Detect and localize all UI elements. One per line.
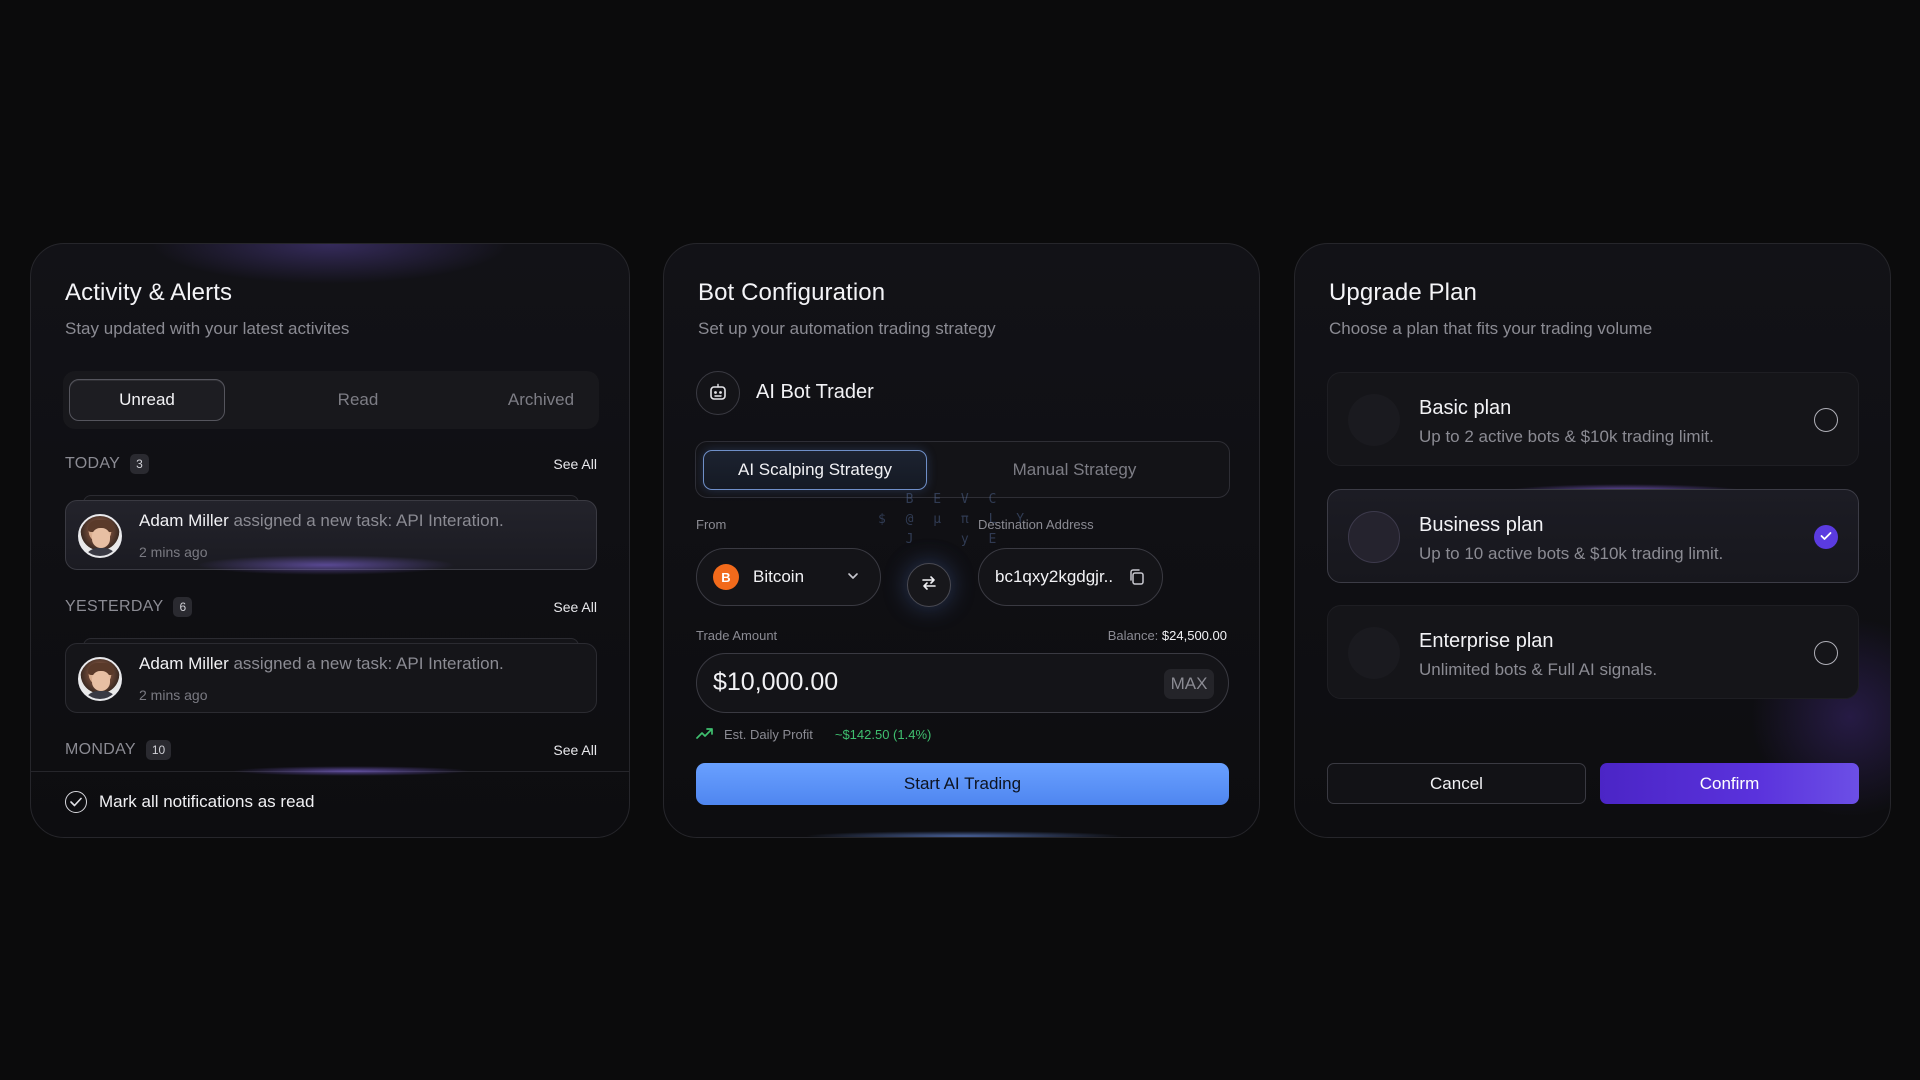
radio-button[interactable]: [1814, 408, 1838, 432]
group-label: TODAY: [65, 455, 121, 472]
confirm-button[interactable]: Confirm: [1600, 763, 1859, 804]
balance-value: $24,500.00: [1161, 628, 1227, 643]
notification-author: Adam Miller: [139, 511, 229, 530]
destination-address-value: bc1qxy2kgdgjr..: [995, 567, 1114, 586]
bot-name: AI Bot Trader: [756, 381, 874, 403]
balance-display: Balance: $24,500.00: [1108, 628, 1227, 643]
tab-unread[interactable]: Unread: [69, 379, 225, 421]
see-all-link[interactable]: See All: [553, 742, 597, 758]
trade-amount-value: $10,000.00: [713, 668, 839, 696]
group-count-badge: 10: [145, 740, 172, 760]
card-subtitle: Stay updated with your latest activites: [65, 319, 350, 338]
bot-logo-icon: [696, 371, 740, 415]
max-button[interactable]: MAX: [1164, 669, 1214, 699]
balance-label: Balance:: [1107, 628, 1159, 643]
plan-name: Basic plan: [1419, 397, 1512, 419]
notification-glow: [196, 555, 456, 575]
bot-configuration-card: Bot Configuration Set up your automation…: [663, 243, 1260, 838]
plan-option-enterprise[interactable]: Enterprise plan Unlimited bots & Full AI…: [1327, 605, 1859, 699]
bitcoin-icon: B: [713, 564, 739, 590]
plan-description: Up to 2 active bots & $10k trading limit…: [1419, 427, 1714, 446]
start-ai-trading-button[interactable]: Start AI Trading: [696, 763, 1229, 805]
radio-button-selected[interactable]: [1814, 525, 1838, 549]
avatar: [78, 514, 122, 558]
notification-message: assigned a new task: API Interation.: [228, 511, 504, 530]
notification-author: Adam Miller: [139, 654, 229, 673]
plan-description: Unlimited bots & Full AI signals.: [1419, 660, 1658, 679]
card-title: Bot Configuration: [698, 279, 886, 306]
tab-archived[interactable]: Archived: [491, 379, 591, 421]
plan-option-basic[interactable]: Basic plan Up to 2 active bots & $10k tr…: [1327, 372, 1859, 466]
card-title: Activity & Alerts: [65, 279, 233, 306]
trend-up-icon: [696, 726, 714, 743]
group-header-yesterday: YESTERDAY 6 See All: [65, 595, 597, 619]
plan-name: Business plan: [1419, 514, 1544, 536]
see-all-link[interactable]: See All: [553, 599, 597, 615]
mark-all-read-button[interactable]: Mark all notifications as read: [65, 791, 314, 813]
notification-message: assigned a new task: API Interation.: [228, 654, 504, 673]
divider-glow: [231, 766, 471, 776]
trade-amount-input[interactable]: $10,000.00 MAX: [696, 653, 1229, 713]
notification-item[interactable]: Adam Miller assigned a new task: API Int…: [65, 500, 597, 575]
check-icon: [1820, 528, 1832, 546]
card-title: Upgrade Plan: [1329, 279, 1477, 306]
trade-amount-label: Trade Amount: [696, 628, 778, 643]
card-subtitle: Choose a plan that fits your trading vol…: [1329, 319, 1653, 338]
from-label: From: [696, 517, 727, 532]
notification-text: Adam Miller assigned a new task: API Int…: [139, 654, 504, 674]
tab-ai-scalping-strategy[interactable]: AI Scalping Strategy: [703, 449, 927, 490]
notification-item[interactable]: Adam Miller assigned a new task: API Int…: [65, 643, 597, 713]
check-circle-icon: [65, 791, 87, 813]
plan-badge: [1348, 511, 1400, 563]
group-label: YESTERDAY: [65, 598, 164, 615]
destination-label: Destination Address: [978, 517, 1094, 532]
plan-badge: [1348, 394, 1400, 446]
copy-icon[interactable]: [1128, 568, 1146, 591]
swap-button[interactable]: [907, 563, 951, 607]
profit-label: Est. Daily Profit: [724, 727, 813, 742]
plan-option-business[interactable]: Business plan Up to 10 active bots & $10…: [1327, 489, 1859, 583]
see-all-link[interactable]: See All: [553, 456, 597, 472]
notification-text: Adam Miller assigned a new task: API Int…: [139, 511, 504, 531]
mark-all-label: Mark all notifications as read: [99, 792, 315, 811]
radio-button[interactable]: [1814, 641, 1838, 665]
notification-time: 2 mins ago: [139, 687, 208, 703]
estimated-profit: Est. Daily Profit ~$142.50 (1.4%): [696, 726, 931, 743]
group-label: MONDAY: [65, 741, 136, 758]
activity-alerts-card: Activity & Alerts Stay updated with your…: [30, 243, 630, 838]
group-count-badge: 6: [173, 597, 193, 617]
group-header-today: TODAY 3 See All: [65, 452, 597, 476]
profit-value: ~$142.50 (1.4%): [834, 727, 932, 742]
plan-name: Enterprise plan: [1419, 630, 1554, 652]
chevron-down-icon: [846, 569, 860, 588]
group-count-badge: 3: [130, 454, 149, 474]
card-subtitle: Set up your automation trading strategy: [698, 319, 996, 338]
group-header-monday: MONDAY 10 See All: [65, 738, 597, 762]
plan-description: Up to 10 active bots & $10k trading limi…: [1419, 544, 1724, 563]
upgrade-plan-card: Upgrade Plan Choose a plan that fits you…: [1294, 243, 1891, 838]
swap-arrows-icon: [919, 573, 939, 598]
tab-read[interactable]: Read: [225, 379, 491, 421]
from-coin-select[interactable]: B Bitcoin: [696, 548, 881, 606]
from-coin-value: Bitcoin: [753, 567, 805, 586]
destination-address-field[interactable]: bc1qxy2kgdgjr..: [978, 548, 1163, 606]
avatar: [78, 657, 122, 701]
cancel-button[interactable]: Cancel: [1327, 763, 1586, 804]
tab-manual-strategy[interactable]: Manual Strategy: [927, 450, 1222, 490]
bottom-glow: [804, 831, 1124, 837]
plan-badge: [1348, 627, 1400, 679]
top-glow: [150, 244, 510, 284]
notification-tabs: Unread Read Archived: [63, 371, 599, 429]
